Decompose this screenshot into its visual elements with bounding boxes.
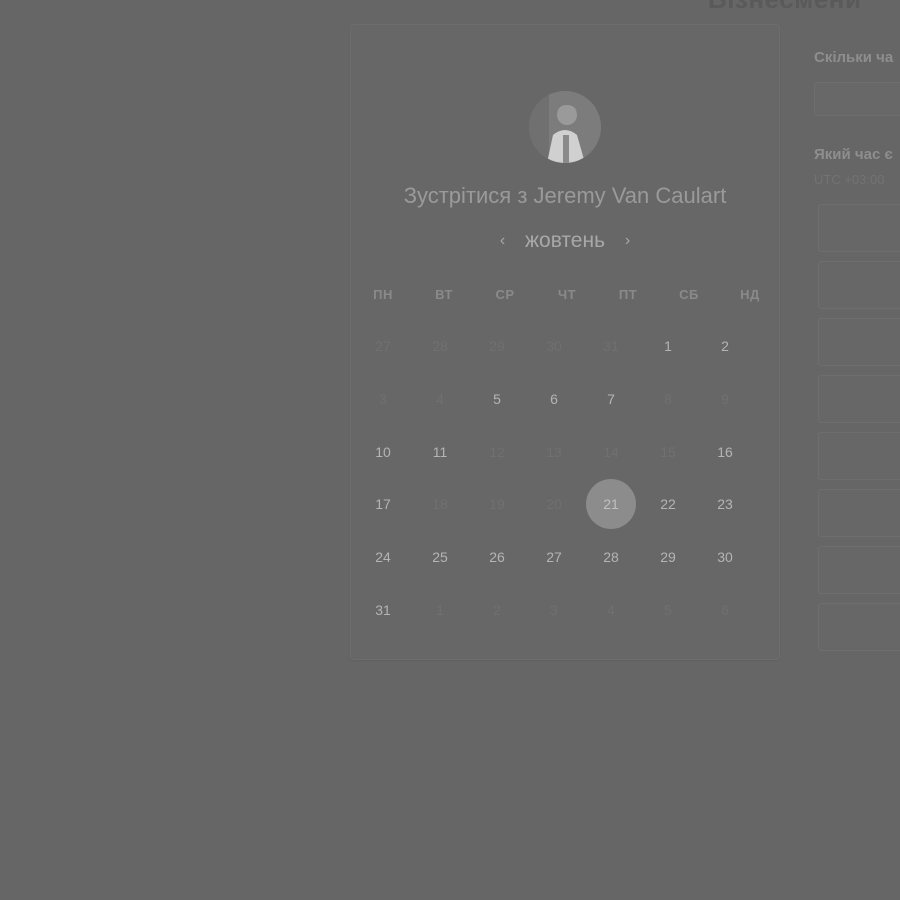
calendar-day[interactable]: 26 xyxy=(472,532,522,582)
calendar-day: 2 xyxy=(493,602,501,618)
calendar-day: 29 xyxy=(489,338,505,354)
calendar-day[interactable]: 5 xyxy=(472,374,522,424)
calendar-day[interactable]: 2 xyxy=(700,321,750,371)
calendar-day[interactable]: 31 xyxy=(358,585,408,635)
calendar-day[interactable]: 25 xyxy=(415,532,465,582)
calendar-day: 19 xyxy=(489,496,505,512)
calendar-day: 14 xyxy=(603,444,619,460)
time-slot[interactable] xyxy=(818,603,900,651)
calendar-grid: 27 28 29 30 31 1 2 3 4 5 6 7 8 9 10 11 12 13 14 15 16 17 18 19 2… xyxy=(351,25,779,659)
calendar-day: 31 xyxy=(603,338,619,354)
time-slot[interactable] xyxy=(818,432,900,480)
calendar-day-selected[interactable]: 21 xyxy=(586,479,636,529)
time-slot[interactable] xyxy=(818,546,900,594)
calendar-day[interactable]: 1 xyxy=(643,321,693,371)
calendar-day[interactable]: 17 xyxy=(358,479,408,529)
calendar-day: 3 xyxy=(379,391,387,407)
calendar-day[interactable]: 10 xyxy=(358,427,408,477)
calendar-day[interactable]: 22 xyxy=(643,479,693,529)
calendar-day: 4 xyxy=(436,391,444,407)
calendar-day: 5 xyxy=(664,602,672,618)
calendar-day[interactable]: 16 xyxy=(700,427,750,477)
calendar-day[interactable]: 28 xyxy=(586,532,636,582)
calendar-card: Зустрітися з Jeremy Van Caulart ‹ жовтен… xyxy=(350,24,780,660)
calendar-day: 28 xyxy=(432,338,448,354)
calendar-day[interactable]: 27 xyxy=(529,532,579,582)
calendar-day: 13 xyxy=(546,444,562,460)
time-slot[interactable] xyxy=(818,489,900,537)
calendar-day: 1 xyxy=(436,602,444,618)
timezone-label: UTC +03:00 xyxy=(814,172,885,187)
calendar-day: 30 xyxy=(546,338,562,354)
calendar-day[interactable]: 23 xyxy=(700,479,750,529)
calendar-day[interactable]: 6 xyxy=(529,374,579,424)
duration-select[interactable] xyxy=(814,82,900,116)
calendar-day: 4 xyxy=(607,602,615,618)
booking-panel: Скільки ча Який час є UTC +03:00 xyxy=(814,0,900,900)
calendar-day: 15 xyxy=(660,444,676,460)
calendar-day[interactable]: 24 xyxy=(358,532,408,582)
time-slot[interactable] xyxy=(818,261,900,309)
calendar-day: 8 xyxy=(664,391,672,407)
calendar-day: 12 xyxy=(489,444,505,460)
calendar-day: 6 xyxy=(721,602,729,618)
calendar-day: 20 xyxy=(546,496,562,512)
calendar-day: 3 xyxy=(550,602,558,618)
calendar-day[interactable]: 7 xyxy=(586,374,636,424)
calendar-day[interactable]: 30 xyxy=(700,532,750,582)
calendar-day: 18 xyxy=(432,496,448,512)
calendar-day[interactable]: 11 xyxy=(415,427,465,477)
calendar-day: 27 xyxy=(375,338,391,354)
calendar-day: 9 xyxy=(721,391,729,407)
time-slot[interactable] xyxy=(818,204,900,252)
duration-question: Скільки ча xyxy=(814,49,894,66)
time-slot[interactable] xyxy=(818,375,900,423)
page: Бізнесмени Зустрітися з Jeremy Van Caula… xyxy=(0,0,900,900)
time-question: Який час є xyxy=(814,146,893,163)
time-slot[interactable] xyxy=(818,318,900,366)
calendar-day[interactable]: 29 xyxy=(643,532,693,582)
